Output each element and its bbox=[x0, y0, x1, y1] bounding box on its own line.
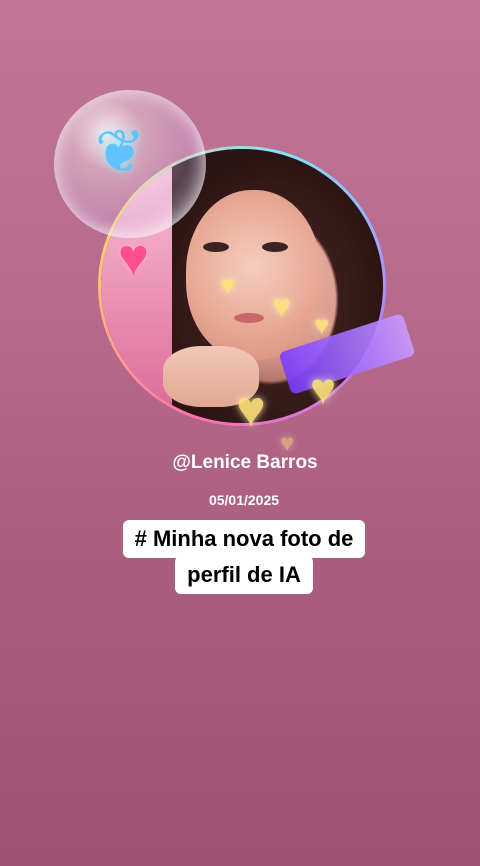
avatar-face bbox=[185, 190, 321, 360]
username-label: @Lenice Barros bbox=[172, 452, 318, 473]
date-label: 05/01/2025 bbox=[208, 492, 280, 508]
heart-icon: ♥ bbox=[314, 310, 330, 340]
avatar-eye-right bbox=[261, 242, 288, 253]
heart-icon: ♥ bbox=[220, 270, 236, 300]
caption-line-2: perfil de IA bbox=[175, 556, 313, 594]
heart-icon: ♥ bbox=[310, 365, 337, 414]
butterfly-icon: ❦ bbox=[95, 118, 146, 185]
caption-line-1: # Minha nova foto de bbox=[122, 520, 366, 558]
story-canvas: ❦ ♥ ♥ ♥ ♥ ♥ ♥ ♥ @Lenice Barros 05/01/202… bbox=[0, 0, 480, 866]
heart-icon: ♥ bbox=[236, 381, 266, 437]
heart-icon: ♥ bbox=[272, 288, 291, 324]
heart-icon: ♥ bbox=[118, 229, 149, 287]
caption-block: # Minha nova foto de perfil de IA bbox=[0, 520, 480, 594]
avatar-eye-left bbox=[202, 242, 229, 253]
